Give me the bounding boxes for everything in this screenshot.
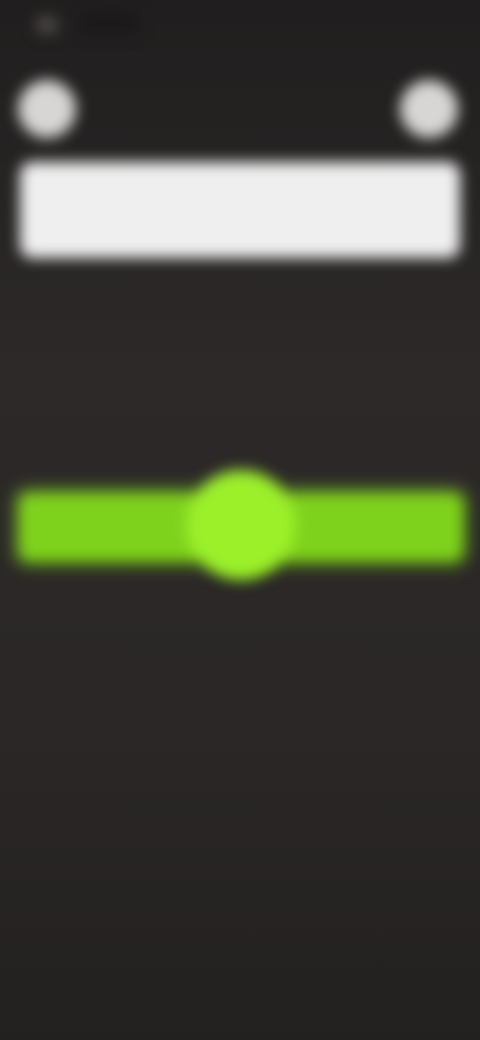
status-text-block [80, 12, 140, 34]
blurred-content [0, 0, 480, 1040]
app-screen [0, 0, 480, 1040]
top-bar[interactable] [20, 162, 460, 258]
status-indicator-icon [36, 16, 58, 34]
status-bar [0, 0, 480, 48]
right-circle-button[interactable] [400, 80, 458, 138]
top-bar-label [20, 162, 460, 258]
left-circle-button[interactable] [18, 80, 76, 138]
slider-thumb[interactable] [186, 470, 296, 580]
